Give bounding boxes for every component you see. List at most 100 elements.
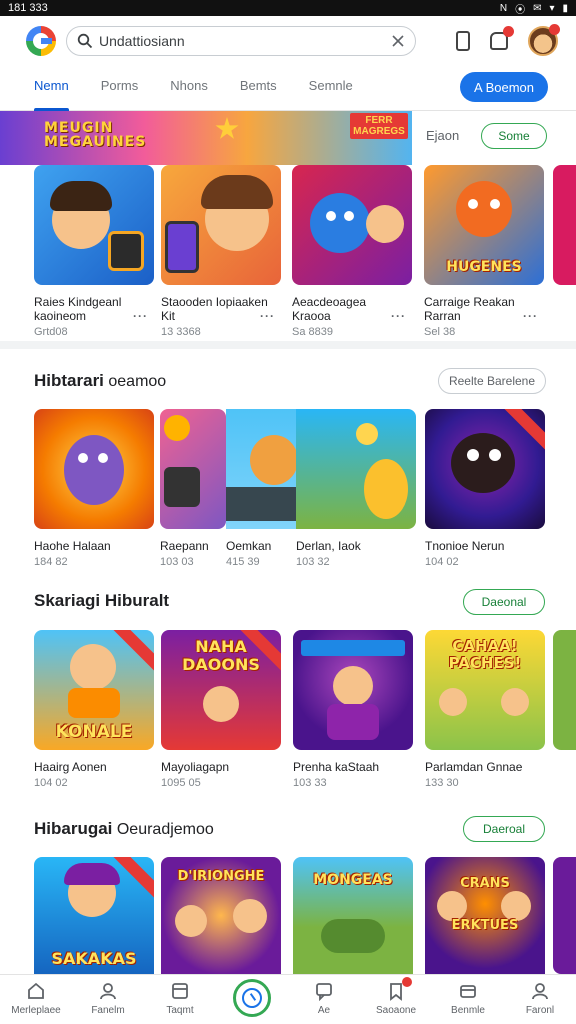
game-card[interactable]: CRANS ERKTUES xyxy=(425,857,545,974)
profile-icon xyxy=(532,983,548,1000)
game-card[interactable]: Tnonioe Nerun 104 02 xyxy=(425,409,545,568)
game-card[interactable]: NAHA DAOONS Mayoliagapn 1095 05 xyxy=(161,630,281,789)
game-card[interactable]: KONALE Haairg Aonen 104 02 xyxy=(34,630,154,789)
star-icon xyxy=(215,117,239,139)
game-thumbnail xyxy=(226,409,298,529)
status-icons: N ⦿ ✉ ▾ ▮ xyxy=(500,1,568,16)
thumbnail-text: HUGENES xyxy=(446,259,522,275)
featured-card[interactable]: Staooden Iopiaaken Kit ··· 13 3368 xyxy=(161,165,281,338)
more-icon[interactable]: ··· xyxy=(523,309,538,323)
card-title: Haairg Aonen xyxy=(34,760,107,774)
device-icon[interactable] xyxy=(456,31,470,51)
tab-bar: Nemn Porms Nhons Bemts Semnle A Boemon xyxy=(0,66,576,111)
card-meta: 415 39 xyxy=(226,556,260,568)
app-logo-icon[interactable] xyxy=(26,26,56,56)
nav-item-profile[interactable]: Faronl xyxy=(508,981,572,1016)
featured-card[interactable]: Raies Kindgeanl kaoineom ··· Grtd08 xyxy=(34,165,154,338)
tab-4[interactable]: Bemts xyxy=(240,66,277,111)
store-icon xyxy=(172,983,188,999)
section-title: Hibarugai Oeuradjemoo xyxy=(34,819,214,838)
game-card[interactable]: CAHAA! PACHES! Parlamdan Gnnae 133 30 xyxy=(425,630,545,789)
game-thumbnail xyxy=(296,409,416,529)
more-icon[interactable]: ··· xyxy=(133,309,148,323)
search-bar[interactable]: Undattiosiann xyxy=(66,26,416,56)
mail-icon: ✉ xyxy=(533,2,542,14)
tab-5[interactable]: Semnle xyxy=(309,66,353,111)
nav-item-home[interactable]: Merleplaee xyxy=(4,981,68,1016)
card-title: Parlamdan Gnnae xyxy=(425,760,523,774)
status-time: 181 333 xyxy=(8,2,48,14)
game-thumbnail xyxy=(34,165,154,285)
game-thumbnail-partial[interactable] xyxy=(553,857,576,974)
featured-card[interactable]: HUGENES Carraige Reakan Rarran ··· Sel 38 xyxy=(424,165,544,338)
search-input[interactable]: Undattiosiann xyxy=(99,33,385,49)
section-title: Hibtarari oeamoo xyxy=(34,371,167,390)
featured-link[interactable]: Ejaon xyxy=(426,128,459,143)
chat-icon xyxy=(316,983,332,1001)
game-thumbnail: CAHAA! PACHES! xyxy=(425,630,545,750)
nav-badge xyxy=(402,977,412,987)
section-button[interactable]: Daeroal xyxy=(463,816,545,842)
game-thumbnail-partial[interactable] xyxy=(553,165,576,285)
section-button[interactable]: Reelte Barelene xyxy=(438,368,546,394)
featured-banner[interactable]: MEUGIN MEGAUINES FERR MAGREGS xyxy=(0,111,412,165)
tab-home[interactable]: Nemn xyxy=(34,66,69,111)
primary-action-button[interactable]: A Boemon xyxy=(460,72,548,102)
game-thumbnail xyxy=(293,630,413,750)
game-thumbnail: NAHA DAOONS xyxy=(161,630,281,750)
card-subtitle: Kit xyxy=(161,309,176,323)
top-app-bar: Undattiosiann xyxy=(0,16,576,66)
game-card[interactable]: SAKAKAS xyxy=(34,857,154,974)
card-meta: 13 3368 xyxy=(161,326,201,338)
game-card[interactable]: Oemkan 415 39 xyxy=(226,409,298,568)
avatar[interactable] xyxy=(528,24,560,56)
game-thumbnail: HUGENES xyxy=(424,165,544,285)
notifications-button[interactable] xyxy=(488,26,514,52)
nav-item-3[interactable]: Taqmt xyxy=(148,981,212,1016)
game-thumbnail: CRANS ERKTUES xyxy=(425,857,545,974)
banner-badge: FERR MAGREGS xyxy=(350,113,408,139)
notification-badge xyxy=(503,26,514,37)
card-meta: 133 30 xyxy=(425,777,459,789)
status-bar: 181 333 N ⦿ ✉ ▾ ▮ xyxy=(0,0,576,16)
card-meta: 103 03 xyxy=(160,556,194,568)
tab-3[interactable]: Nhons xyxy=(170,66,208,111)
search-icon xyxy=(77,33,93,49)
more-icon[interactable]: ··· xyxy=(391,309,406,323)
clear-icon[interactable] xyxy=(391,34,405,48)
thumbnail-text: D'IRIONGHE xyxy=(177,869,265,884)
game-card[interactable]: Prenha kaStaah 103 33 xyxy=(293,630,413,789)
game-thumbnail xyxy=(34,409,154,529)
home-icon xyxy=(28,982,44,999)
thumbnail-text: CAHAA! PACHES! xyxy=(448,637,522,672)
thumbnail-text: MONGEAS xyxy=(313,872,393,888)
signal-icon: ⦿ xyxy=(515,4,526,16)
game-card[interactable]: D'IRIONGHE xyxy=(161,857,281,974)
game-card[interactable]: Raepann 103 03 xyxy=(160,409,226,568)
battery-icon: ▮ xyxy=(562,2,568,14)
featured-card[interactable]: Aeacdeoagea Kraooa ··· Sa 8839 xyxy=(292,165,412,338)
game-thumbnail: SAKAKAS xyxy=(34,857,154,974)
card-title: Aeacdeoagea xyxy=(292,295,367,309)
nav-item-center[interactable] xyxy=(220,979,284,1017)
more-icon[interactable]: ··· xyxy=(260,309,275,323)
card-subtitle: Rarran xyxy=(424,309,461,323)
game-card[interactable]: MONGEAS xyxy=(293,857,413,974)
nav-item-6[interactable]: Saoaone xyxy=(364,977,428,1016)
nav-item-7[interactable]: Benmle xyxy=(436,981,500,1016)
card-subtitle: kaoineom xyxy=(34,309,87,323)
bottom-navigation: Merleplaee Fanelm Taqmt Ae Saoaone Benml… xyxy=(0,974,576,1024)
card-meta: Sa 8839 xyxy=(292,326,333,338)
game-card[interactable]: Derlan, Iaok 103 32 xyxy=(296,409,416,568)
tab-2[interactable]: Porms xyxy=(101,66,139,111)
nav-item-5[interactable]: Ae xyxy=(292,981,356,1016)
featured-button[interactable]: Some xyxy=(481,123,547,149)
game-thumbnail-partial[interactable] xyxy=(553,630,576,750)
card-title: Derlan, Iaok xyxy=(296,539,361,553)
game-thumbnail xyxy=(292,165,412,285)
game-card[interactable]: Haohe Halaan 184 82 xyxy=(34,409,154,568)
nav-item-2[interactable]: Fanelm xyxy=(76,981,140,1016)
person-icon xyxy=(100,983,116,1000)
card-title: Haohe Halaan xyxy=(34,539,111,553)
section-button[interactable]: Daeonal xyxy=(463,589,545,615)
